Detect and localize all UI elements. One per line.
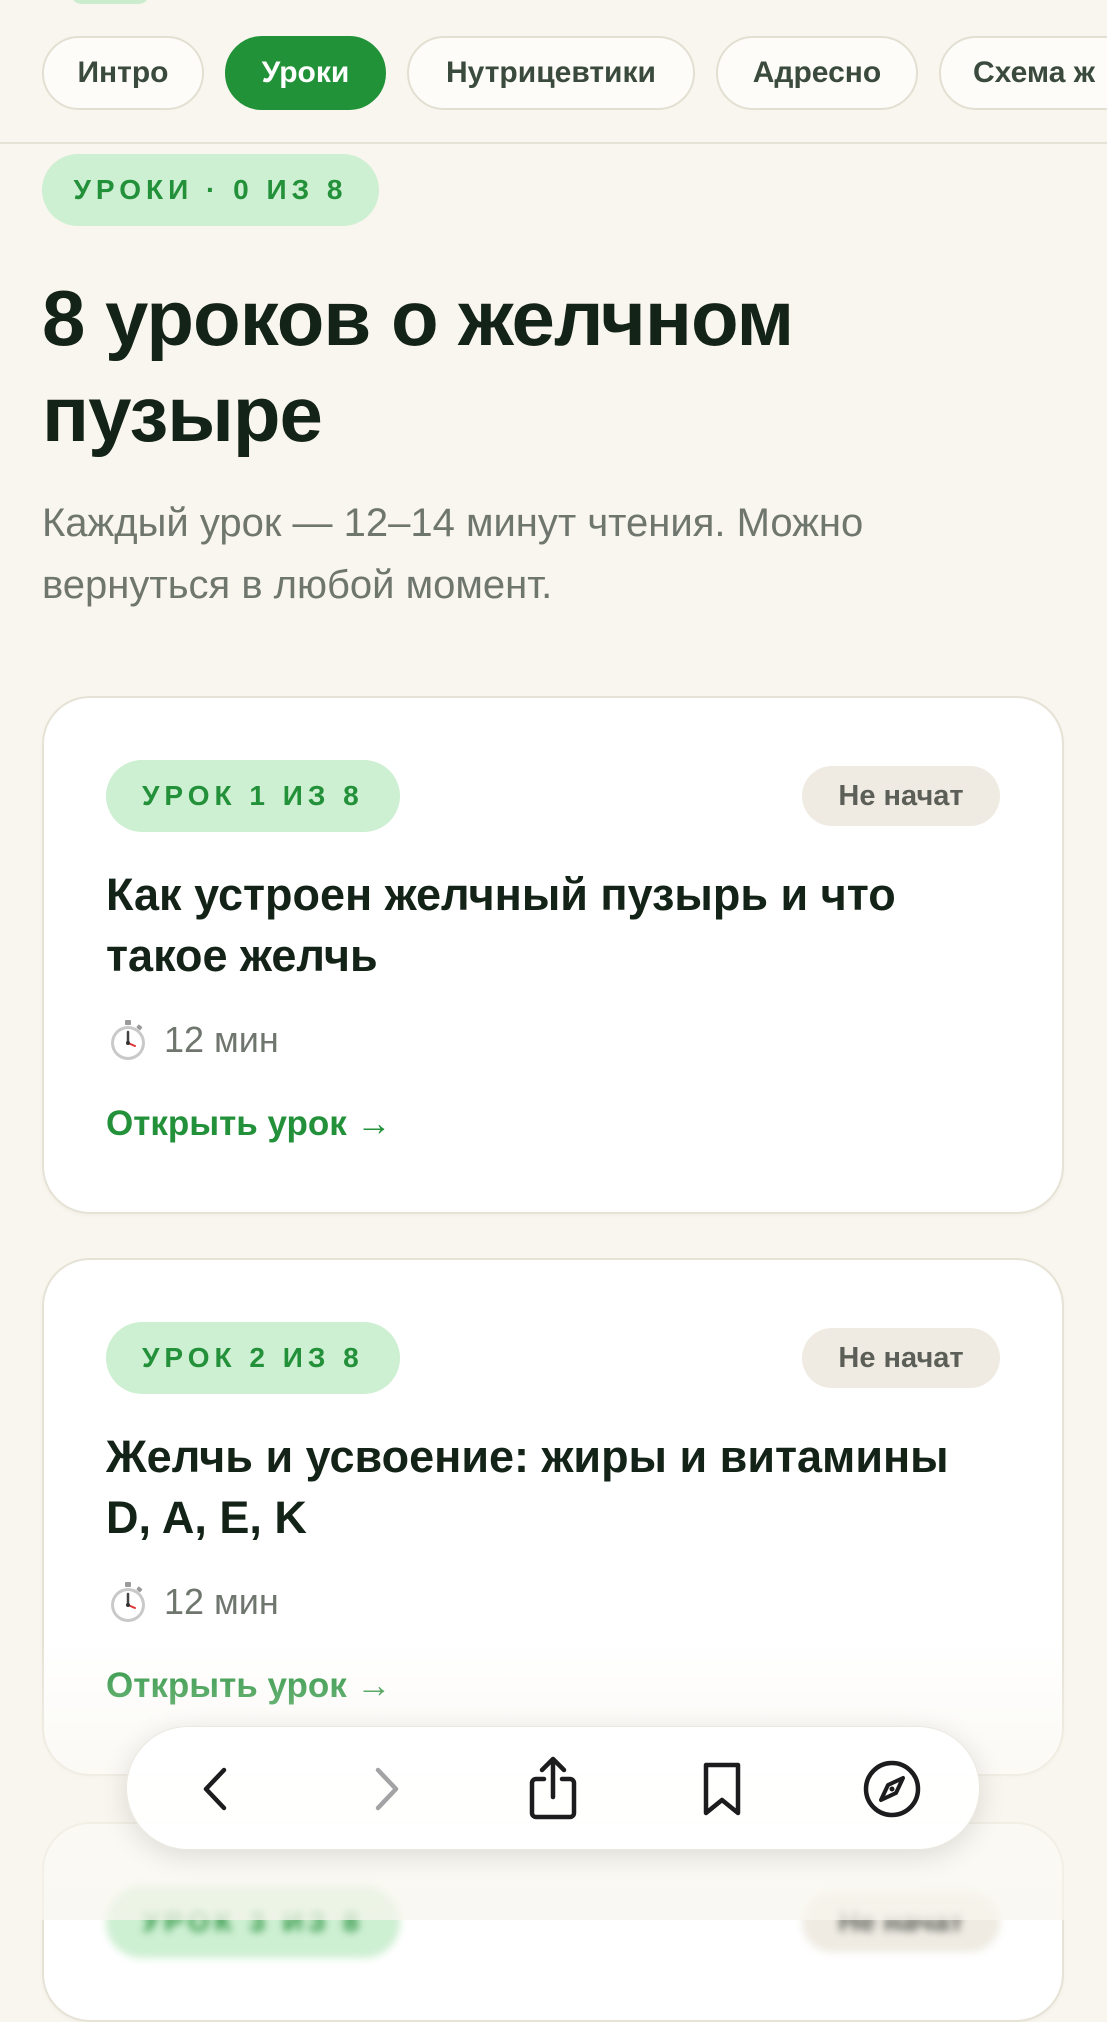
- page-subtitle: Каждый урок — 12–14 минут чтения. Можно …: [42, 501, 864, 607]
- lesson-card[interactable]: УРОК 3 ИЗ 8 Не начат: [42, 1822, 1064, 2022]
- section-tabs: Интро Уроки Нутрицевтики Адресно Схема ж: [0, 0, 1107, 144]
- browser-toolbar: [126, 1726, 980, 1850]
- bookmark-icon: [703, 1762, 741, 1816]
- lesson-number-badge: УРОК 2 ИЗ 8: [106, 1322, 400, 1394]
- lesson-duration: 12 мин: [106, 1574, 279, 1630]
- tab-scheme[interactable]: Схема ж: [939, 36, 1107, 110]
- forward-button[interactable]: [349, 1752, 423, 1826]
- status-badge: Не начат: [802, 766, 1000, 826]
- back-button[interactable]: [179, 1752, 253, 1826]
- lessons-progress-badge: УРОКИ · 0 ИЗ 8: [42, 154, 379, 226]
- open-lesson-link[interactable]: Открыть урок →: [106, 1104, 392, 1144]
- lesson-number-badge: УРОК 1 ИЗ 8: [106, 760, 400, 832]
- lesson-title: Желчь и усвоение: жиры и витамины D, A, …: [106, 1431, 949, 1543]
- chevron-right-icon: [375, 1767, 399, 1811]
- share-icon: [529, 1756, 577, 1820]
- safari-button[interactable]: [855, 1752, 929, 1826]
- tab-lessons[interactable]: Уроки: [225, 36, 386, 110]
- compass-icon: [863, 1760, 921, 1818]
- tab-nutraceuticals[interactable]: Нутрицевтики: [407, 36, 695, 110]
- tab-intro[interactable]: Интро: [42, 36, 204, 110]
- duration-text: 12 мин: [164, 1581, 279, 1622]
- lesson-duration: 12 мин: [106, 1012, 279, 1068]
- lesson-card[interactable]: УРОК 1 ИЗ 8 Не начат Как устроен желчный…: [42, 696, 1064, 1214]
- chevron-left-icon: [203, 1767, 227, 1811]
- lesson-title: Как устроен желчный пузырь и что такое ж…: [106, 869, 896, 981]
- duration-text: 12 мин: [164, 1019, 279, 1060]
- open-lesson-link[interactable]: Открыть урок →: [106, 1666, 392, 1706]
- lesson-number-badge: УРОК 3 ИЗ 8: [106, 1886, 400, 1958]
- share-button[interactable]: [516, 1752, 590, 1826]
- lesson-card[interactable]: УРОК 2 ИЗ 8 Не начат Желчь и усвоение: ж…: [42, 1258, 1064, 1776]
- status-badge: Не начат: [802, 1892, 1000, 1952]
- stopwatch-icon: [111, 1582, 145, 1622]
- bookmarks-button[interactable]: [685, 1752, 759, 1826]
- stopwatch-icon: [111, 1020, 145, 1060]
- status-badge: Не начат: [802, 1328, 1000, 1388]
- page-title: 8 уроков о желчном пузыре: [42, 274, 794, 458]
- tab-targeted[interactable]: Адресно: [716, 36, 918, 110]
